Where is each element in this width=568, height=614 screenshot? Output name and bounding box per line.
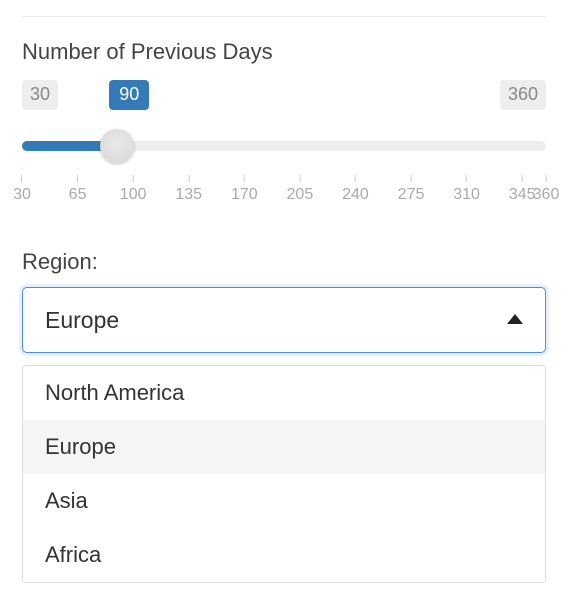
slider-tick: 135 xyxy=(175,175,202,204)
slider-tick: 310 xyxy=(453,175,480,204)
slider-tick: 30 xyxy=(13,175,31,204)
region-label: Region: xyxy=(22,249,546,275)
slider-tick: 205 xyxy=(287,175,314,204)
slider-tick: 275 xyxy=(398,175,425,204)
slider-tick: 240 xyxy=(342,175,369,204)
region-option[interactable]: Asia xyxy=(23,474,545,528)
region-option[interactable]: North America xyxy=(23,366,545,420)
section-divider xyxy=(22,16,546,17)
slider-ticks: 3065100135170205240275310345360 xyxy=(22,175,546,209)
slider-tick: 360 xyxy=(533,175,560,204)
slider-tick: 100 xyxy=(120,175,147,204)
region-dropdown-menu: North AmericaEuropeAsiaAfrica xyxy=(22,365,546,583)
slider-thumb[interactable] xyxy=(100,129,134,163)
region-selected-value: Europe xyxy=(45,307,119,334)
region-option[interactable]: Europe xyxy=(23,420,545,474)
slider-value-badge: 90 xyxy=(109,80,149,110)
slider-tick: 65 xyxy=(69,175,87,204)
slider-max-badge: 360 xyxy=(500,80,546,110)
slider-tick: 170 xyxy=(231,175,258,204)
slider-header: 30 90 360 xyxy=(22,77,546,113)
caret-up-icon xyxy=(507,311,523,329)
slider-min-badge: 30 xyxy=(22,80,58,110)
slider-tick: 345 xyxy=(509,175,536,204)
days-slider[interactable] xyxy=(22,127,546,167)
region-dropdown[interactable]: Europe xyxy=(22,287,546,353)
days-label: Number of Previous Days xyxy=(22,39,546,65)
region-option[interactable]: Africa xyxy=(23,528,545,582)
